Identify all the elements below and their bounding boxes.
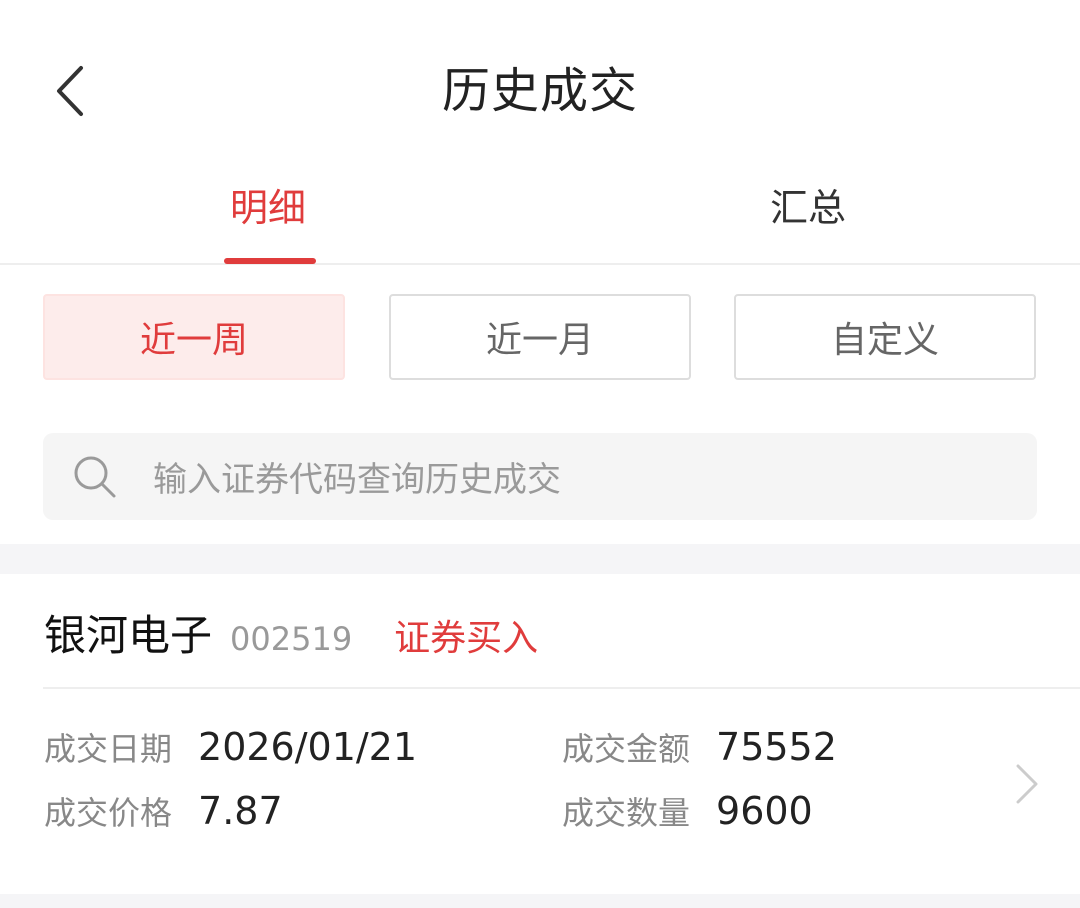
tab-detail[interactable]: 明细 [230, 180, 306, 236]
trade-quantity-label: 成交数量 [562, 794, 691, 832]
trade-amount-label: 成交金额 [562, 730, 691, 768]
trade-price-field: 成交价格 7.87 [44, 788, 283, 834]
filter-last-month-button[interactable]: 近一月 [389, 294, 691, 380]
trade-quantity-value: 9600 [716, 789, 813, 833]
record-header: 银河电子 002519 证券买入 [44, 602, 538, 662]
tab-summary[interactable]: 汇总 [770, 180, 846, 236]
header: 历史成交 [0, 0, 1080, 180]
search-icon [74, 456, 116, 497]
filter-custom-button[interactable]: 自定义 [734, 294, 1036, 380]
trade-date-label: 成交日期 [44, 730, 173, 768]
trade-type: 证券买入 [394, 618, 539, 659]
stock-name: 银河电子 [44, 611, 213, 660]
search-input[interactable]: 输入证券代码查询历史成交 [43, 433, 1037, 520]
period-filter-group: 近一周 近一月 自定义 [0, 294, 1080, 382]
record-divider [43, 687, 1080, 689]
trade-price-label: 成交价格 [44, 794, 173, 832]
tab-bar: 明细 汇总 [0, 166, 1080, 265]
active-tab-indicator [224, 258, 316, 264]
page-title: 历史成交 [441, 63, 638, 119]
trade-date-value: 2026/01/21 [198, 725, 418, 769]
trade-quantity-field: 成交数量 9600 [562, 788, 813, 834]
trade-date-field: 成交日期 2026/01/21 [44, 724, 417, 770]
search-placeholder: 输入证券代码查询历史成交 [153, 460, 561, 500]
filter-last-week-button[interactable]: 近一周 [43, 294, 345, 380]
trade-amount-value: 75552 [716, 725, 837, 769]
bottom-separator [0, 894, 1080, 908]
chevron-right-icon [1016, 764, 1038, 804]
trade-record-card[interactable]: 银河电子 002519 证券买入 成交日期 2026/01/21 成交金额 75… [0, 574, 1080, 894]
trade-amount-field: 成交金额 75552 [562, 724, 837, 770]
trade-price-value: 7.87 [198, 789, 283, 833]
stock-code: 002519 [230, 620, 353, 658]
section-separator [0, 544, 1080, 574]
